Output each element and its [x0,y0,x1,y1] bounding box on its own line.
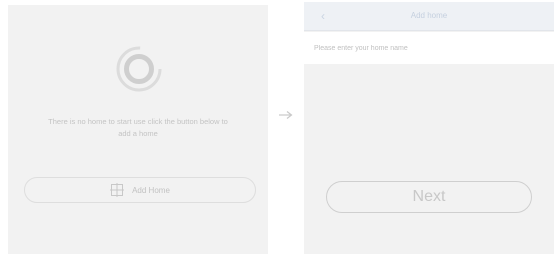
arrow-right-icon [279,111,293,119]
empty-home-screen: There is no home to start use click the … [8,5,268,254]
add-home-button-label: Add Home [132,185,170,195]
ring-logo-icon [116,46,162,92]
add-home-button[interactable]: Add Home [24,177,256,203]
chevron-left-icon[interactable]: ‹ [316,8,330,24]
empty-state-message: There is no home to start use click the … [48,117,228,138]
add-home-screen: ‹ Add home Next [304,2,554,254]
home-name-input[interactable] [304,32,554,64]
add-home-icon [110,183,125,197]
next-button[interactable]: Next [326,181,532,213]
navigation-bar: ‹ Add home [304,2,554,31]
page-title: Add home [410,11,448,20]
